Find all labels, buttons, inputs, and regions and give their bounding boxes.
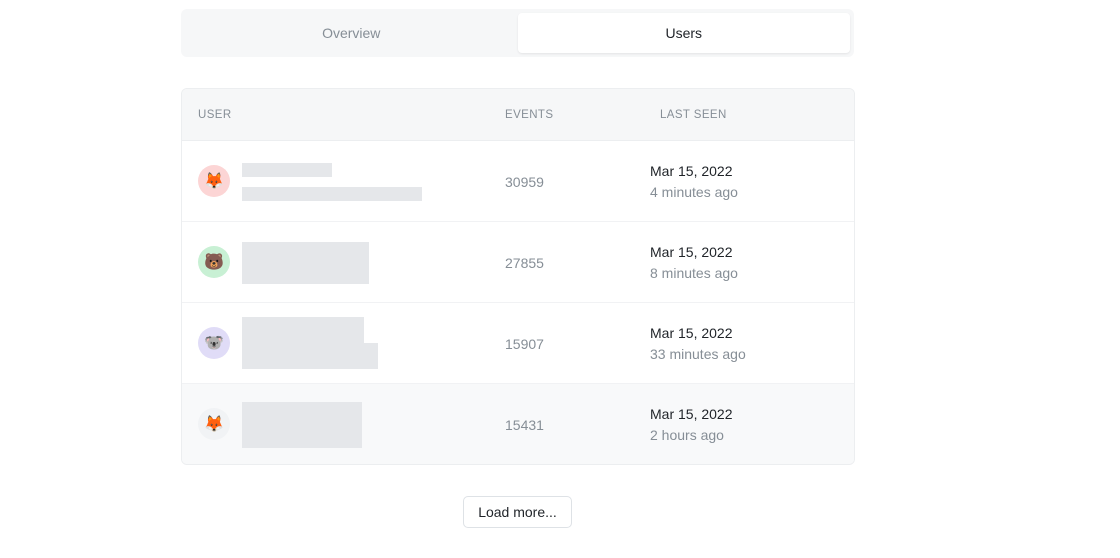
last-seen-relative: 8 minutes ago: [650, 265, 738, 281]
table-header: USER EVENTS LAST SEEN: [182, 89, 854, 141]
koala-icon: 🐨: [198, 327, 230, 359]
last-seen-date: Mar 15, 2022: [650, 325, 733, 341]
last-seen-date: Mar 15, 2022: [650, 244, 733, 260]
events-count: 30959: [505, 174, 544, 190]
events-count: 15907: [505, 336, 544, 352]
events-count: 27855: [505, 255, 544, 271]
tab-users[interactable]: Users: [517, 13, 850, 53]
events-count: 15431: [505, 417, 544, 433]
fox-icon: 🦊: [198, 408, 230, 440]
last-seen-relative: 33 minutes ago: [650, 346, 746, 362]
bear-icon: 🐻: [198, 246, 230, 278]
fox-icon: 🦊: [198, 165, 230, 197]
header-last-seen: LAST SEEN: [660, 109, 727, 121]
last-seen-relative: 4 minutes ago: [650, 184, 738, 200]
last-seen-relative: 2 hours ago: [650, 427, 724, 443]
header-events: EVENTS: [505, 109, 554, 121]
view-tabs: Overview Users: [181, 9, 854, 57]
tab-overview[interactable]: Overview: [185, 13, 518, 53]
table-row[interactable]: 🐨 15907 Mar 15, 2022 33 minutes ago: [182, 303, 854, 384]
table-row[interactable]: 🦊 30959 Mar 15, 2022 4 minutes ago: [182, 141, 854, 222]
header-user: USER: [198, 109, 232, 121]
load-more-button[interactable]: Load more...: [463, 496, 572, 528]
table-row[interactable]: 🐻 27855 Mar 15, 2022 8 minutes ago: [182, 222, 854, 303]
table-row[interactable]: 🦊 15431 Mar 15, 2022 2 hours ago: [182, 384, 854, 464]
last-seen-date: Mar 15, 2022: [650, 406, 733, 422]
users-table: USER EVENTS LAST SEEN 🦊 30959 Mar 15, 20…: [181, 88, 855, 465]
last-seen-date: Mar 15, 2022: [650, 163, 733, 179]
